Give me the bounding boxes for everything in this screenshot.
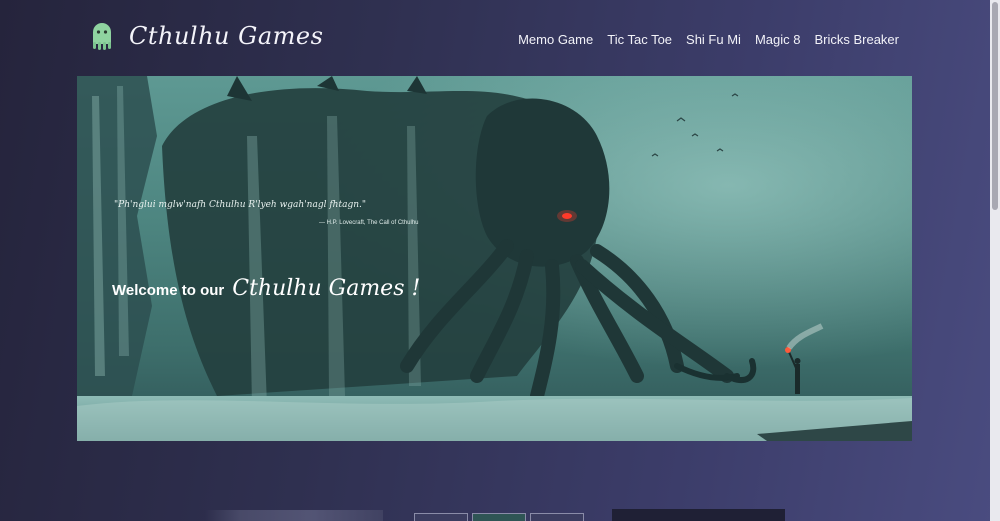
cthulhu-hero-image [77,76,912,441]
nav-link-memo-game[interactable]: Memo Game [518,32,593,47]
offscreen-game-thumbnails [205,510,383,521]
cthulhu-logo-icon [93,23,111,50]
hero-quote-attribution: — H.P. Lovecraft, The Call of Cthulhu [319,220,419,226]
nav-link-shi-fu-mi[interactable]: Shi Fu Mi [686,32,741,47]
offscreen-dark-panel [612,509,785,521]
hero-welcome: Welcome to our Cthulhu Games ! [112,276,420,301]
nav-link-tic-tac-toe[interactable]: Tic Tac Toe [607,32,672,47]
offscreen-game-card[interactable] [414,513,468,521]
hero-banner: "Ph'nglui mglw'nafh Cthulhu R'lyeh wgah'… [77,76,912,441]
hero-welcome-text: Welcome to our [112,282,225,299]
hero-quote: "Ph'nglui mglw'nafh Cthulhu R'lyeh wgah'… [114,200,366,210]
offscreen-game-card[interactable] [530,513,584,521]
brand-logo-link[interactable]: Cthulhu Games [89,22,323,50]
offscreen-game-card[interactable] [472,513,526,521]
nav-menu: Memo Game Tic Tac Toe Shi Fu Mi Magic 8 … [518,29,899,48]
hero-welcome-brand: Cthulhu Games ! [232,276,421,301]
top-navbar: Cthulhu Games Memo Game Tic Tac Toe Shi … [0,0,990,76]
nav-link-magic-8[interactable]: Magic 8 [755,32,801,47]
nav-link-bricks-breaker[interactable]: Bricks Breaker [814,32,899,47]
scrollbar-thumb[interactable] [992,2,998,210]
brand-name: Cthulhu Games [129,22,324,50]
page-scrollbar[interactable] [990,0,1000,521]
